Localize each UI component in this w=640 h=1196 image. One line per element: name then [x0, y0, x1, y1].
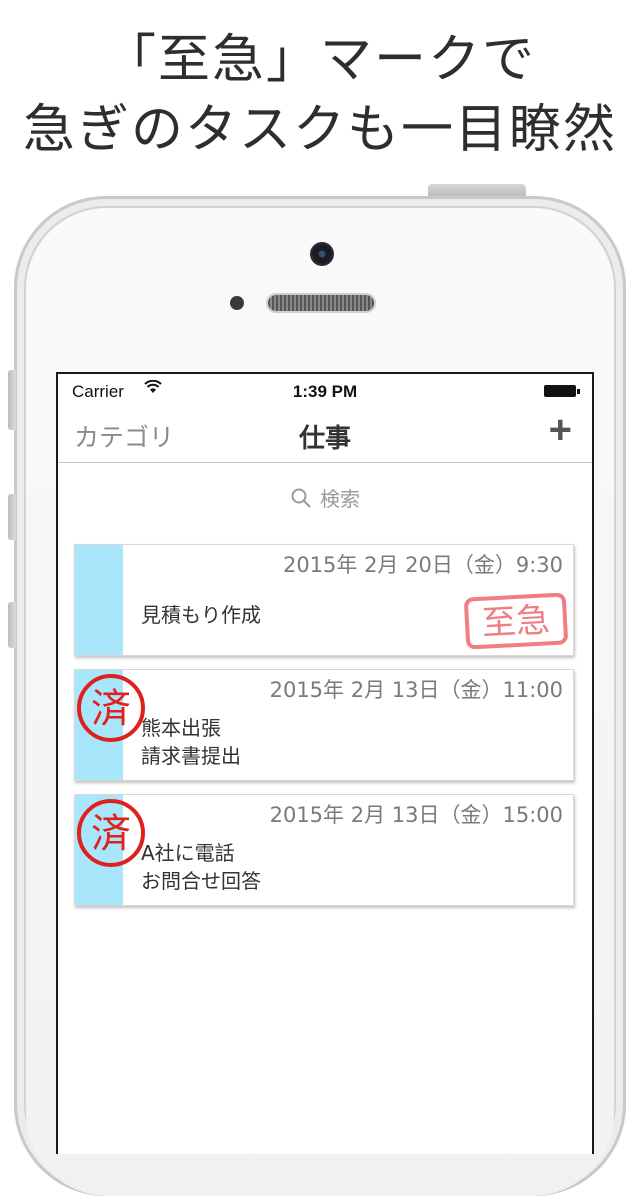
search-icon [291, 488, 311, 508]
task-title: 見積もり作成 [141, 603, 261, 627]
search-placeholder: 検索 [320, 487, 360, 511]
task-note: 請求書提出 [141, 744, 241, 768]
task-card[interactable]: 2015年 2月 13日（金）15:00 A社に電話 お問合せ回答 済 [74, 794, 574, 906]
front-camera [310, 242, 334, 266]
urgent-stamp-label: 至急 [481, 600, 551, 644]
done-stamp-icon: 済 [77, 674, 145, 742]
task-card[interactable]: 2015年 2月 20日（金）9:30 見積もり作成 至急 [74, 544, 574, 656]
status-time: 1:39 PM [292, 382, 358, 401]
task-date: 2015年 2月 13日（金）11:00 [269, 678, 563, 702]
headline-line-1: 「至急」マークで [103, 30, 536, 90]
mute-switch [8, 370, 16, 430]
status-bar: Carrier 1:39 PM [58, 374, 592, 410]
app-screen: Carrier 1:39 PM カテゴリ 仕事 + 検索 2015年 2月 20… [56, 372, 594, 1154]
volume-up-button [8, 494, 16, 540]
earpiece-speaker [268, 295, 374, 311]
task-note: お問合せ回答 [141, 869, 261, 893]
headline-line-2: 急ぎのタスクも一目瞭然 [22, 100, 617, 160]
proximity-sensor [230, 296, 244, 310]
task-date: 2015年 2月 13日（金）15:00 [269, 803, 563, 827]
done-stamp-label: 済 [91, 811, 131, 857]
battery-icon [544, 385, 580, 397]
power-button [428, 184, 526, 196]
urgent-stamp-icon: 至急 [464, 593, 568, 649]
task-title: 熊本出張 [141, 716, 221, 740]
search-bar[interactable]: 検索 [58, 463, 592, 533]
task-card[interactable]: 2015年 2月 13日（金）11:00 熊本出張 請求書提出 済 [74, 669, 574, 781]
done-stamp-icon: 済 [77, 799, 145, 867]
volume-down-button [8, 602, 16, 648]
navigation-bar: カテゴリ 仕事 + [58, 408, 592, 463]
page-title: 仕事 [298, 424, 351, 454]
done-stamp-label: 済 [91, 686, 131, 732]
task-title: A社に電話 [141, 841, 235, 865]
add-task-button[interactable]: + [549, 408, 572, 453]
task-color-stripe [75, 545, 123, 655]
task-date: 2015年 2月 20日（金）9:30 [282, 553, 563, 577]
